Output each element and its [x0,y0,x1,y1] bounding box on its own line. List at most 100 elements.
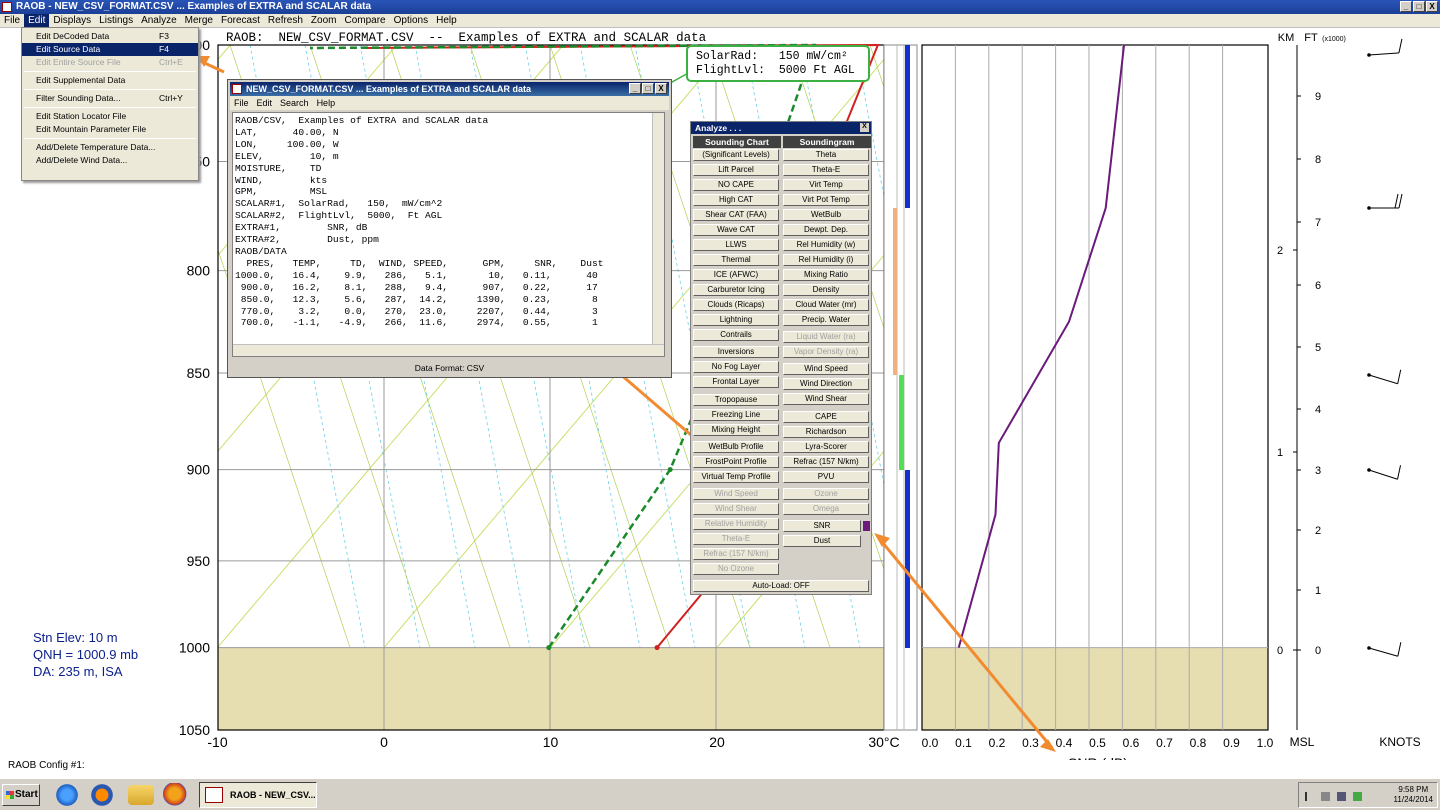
analyze-col2-richardson-button[interactable]: Richardson [783,426,869,438]
editor-menu-search[interactable]: Search [280,96,309,110]
menu-file[interactable]: File [0,14,24,27]
analyze-col1-clouds-ricaps-button[interactable]: Clouds (Ricaps) [693,299,779,311]
media-player-icon[interactable] [89,783,115,807]
analyze-col1-wetbulb-profile-button[interactable]: WetBulb Profile [693,441,779,453]
flag-icon[interactable] [1305,792,1314,801]
edit-menu-item-filter-sounding-data[interactable]: Filter Sounding Data... Ctrl+Y [22,92,198,105]
temperature-tick-label: 30°C [868,734,899,750]
file-explorer-icon[interactable] [128,785,154,805]
start-button[interactable]: Start [2,784,40,806]
analyze-col2-theta-e-button[interactable]: Theta-E [783,164,869,176]
menu-forecast[interactable]: Forecast [217,14,264,27]
menu-listings[interactable]: Listings [95,14,137,27]
analyze-col1-ice-afwc-button[interactable]: ICE (AFWC) [693,269,779,281]
analyze-col2-virt-temp-button[interactable]: Virt Temp [783,179,869,191]
action-center-icon[interactable] [1321,792,1330,801]
editor-horizontal-scrollbar[interactable] [233,344,664,356]
menu-merge[interactable]: Merge [181,14,217,27]
menu-help[interactable]: Help [432,14,461,27]
analyze-col2-wind-shear-button[interactable]: Wind Shear [783,393,869,405]
analyze-col2-wind-speed-button[interactable]: Wind Speed [783,363,869,375]
source-editor-window[interactable]: NEW_CSV_FORMAT.CSV ... Examples of EXTRA… [227,79,672,378]
analyze-col1-contrails-button[interactable]: Contrails [693,329,779,341]
analyze-col2-cloud-water-mr-button[interactable]: Cloud Water (mr) [783,299,869,311]
analyze-col1-shear-cat-faa-button[interactable]: Shear CAT (FAA) [693,209,779,221]
analyze-col1-thermal-button[interactable]: Thermal [693,254,779,266]
analyze-col1-high-cat-button[interactable]: High CAT [693,194,779,206]
edit-menu-item-add-delete-temperature-data[interactable]: Add/Delete Temperature Data... [22,141,198,154]
analyze-col1-frostpoint-profile-button[interactable]: FrostPoint Profile [693,456,779,468]
analyze-col1-frontal-layer-button[interactable]: Frontal Layer [693,376,779,388]
minimize-button[interactable]: _ [1400,1,1412,12]
edit-menu-item-edit-mountain-parameter-file[interactable]: Edit Mountain Parameter File [22,123,198,136]
editor-minimize-button[interactable]: _ [629,83,641,94]
analyze-col1-freezing-line-button[interactable]: Freezing Line [693,409,779,421]
analyze-col2-dewpt-dep-button[interactable]: Dewpt. Dep. [783,224,869,236]
analyze-panel[interactable]: Analyze . . . X Sounding Chart Soundingr… [690,121,872,595]
start-label: Start [15,789,38,800]
edit-menu-item-edit-station-locator-file[interactable]: Edit Station Locator File [22,110,198,123]
analyze-col1-lightning-button[interactable]: Lightning [693,314,779,326]
analyze-col2-precip-water-button[interactable]: Precip. Water [783,314,869,326]
edit-menu-item-edit-decoded-data[interactable]: Edit DeCoded Data F3 [22,30,198,43]
orange-layer-bar [893,208,897,375]
editor-text-area[interactable]: RAOB/CSV, Examples of EXTRA and SCALAR d… [232,112,665,357]
analyze-col2-rel-humidity-i-button[interactable]: Rel Humidity (i) [783,254,869,266]
editor-menu-edit[interactable]: Edit [257,96,273,110]
analyze-col1-inversions-button[interactable]: Inversions [693,346,779,358]
analyze-col2-dust-button[interactable]: Dust [783,535,861,547]
menu-refresh[interactable]: Refresh [264,14,307,27]
menu-zoom[interactable]: Zoom [307,14,341,27]
analyze-col1-no-fog-layer-button[interactable]: No Fog Layer [693,361,779,373]
menu-compare[interactable]: Compare [340,14,389,27]
menu-displays[interactable]: Displays [49,14,95,27]
edit-menu-item-edit-source-data[interactable]: Edit Source Data F4 [22,43,198,56]
analyze-col2-wetbulb-button[interactable]: WetBulb [783,209,869,221]
analyze-col2-wind-direction-button[interactable]: Wind Direction [783,378,869,390]
edit-menu-item-label: Add/Delete Wind Data... [36,155,128,165]
analyze-col1-tropopause-button[interactable]: Tropopause [693,394,779,406]
analyze-col1-mixing-height-button[interactable]: Mixing Height [693,424,779,436]
clock[interactable]: 9:58 PM 11/24/2014 [1394,785,1433,805]
editor-vertical-scrollbar[interactable] [652,113,664,345]
analyze-col2-refrac-157-n-km-button[interactable]: Refrac (157 N/km) [783,456,869,468]
analyze-col1-virtual-temp-profile-button[interactable]: Virtual Temp Profile [693,471,779,483]
menu-analyze[interactable]: Analyze [137,14,181,27]
analyze-col2-theta-button[interactable]: Theta [783,149,869,161]
window-titlebar: RAOB - NEW_CSV_FORMAT.CSV ... Examples o… [0,0,1440,14]
edit-menu-item-add-delete-wind-data[interactable]: Add/Delete Wind Data... [22,154,198,167]
editor-maximize-button[interactable]: □ [642,83,654,94]
analyze-col2-cape-button[interactable]: CAPE [783,411,869,423]
taskbar-raob-item[interactable]: RAOB - NEW_CSV... [199,782,317,808]
analyze-col2-pvu-button[interactable]: PVU [783,471,869,483]
analyze-col1-significant-levels-button[interactable]: (Significant Levels) [693,149,779,161]
volume-icon[interactable] [1353,792,1362,801]
analyze-col1-llws-button[interactable]: LLWS [693,239,779,251]
close-button[interactable]: X [1426,1,1438,12]
analyze-col2-mixing-ratio-button[interactable]: Mixing Ratio [783,269,869,281]
analyze-col2-rel-humidity-w-button[interactable]: Rel Humidity (w) [783,239,869,251]
autoload-button[interactable]: Auto-Load: OFF [693,580,869,592]
analyze-col2-snr-button[interactable]: SNR [783,520,861,532]
analyze-col2-density-button[interactable]: Density [783,284,869,296]
analyze-col1-wave-cat-button[interactable]: Wave CAT [693,224,779,236]
menu-edit[interactable]: Edit [24,14,50,27]
analyze-col2-virt-pot-temp-button[interactable]: Virt Pot Temp [783,194,869,206]
analyze-col2-lyra-scorer-button[interactable]: Lyra-Scorer [783,441,869,453]
maximize-button[interactable]: □ [1413,1,1425,12]
analyze-col1-lift-parcel-button[interactable]: Lift Parcel [693,164,779,176]
editor-menu-help[interactable]: Help [317,96,336,110]
editor-close-button[interactable]: X [655,83,667,94]
analyze-close-button[interactable]: X [860,123,869,132]
analyze-col1-no-cape-button[interactable]: NO CAPE [693,179,779,191]
analyze-col1-carburetor-icing-button[interactable]: Carburetor Icing [693,284,779,296]
edit-menu-item-edit-supplemental-data[interactable]: Edit Supplemental Data [22,74,198,87]
firefox-icon[interactable] [163,783,189,807]
internet-explorer-icon[interactable] [54,783,80,807]
edit-menu-dropdown: Edit DeCoded Data F3 Edit Source Data F4 Edi… [21,27,199,181]
edit-menu-item-label: Edit Mountain Parameter File [36,124,147,134]
menu-options[interactable]: Options [390,14,432,27]
network-icon[interactable] [1337,792,1346,801]
editor-menu-file[interactable]: File [234,96,249,110]
snr-tick-label: 0.9 [1223,736,1240,750]
